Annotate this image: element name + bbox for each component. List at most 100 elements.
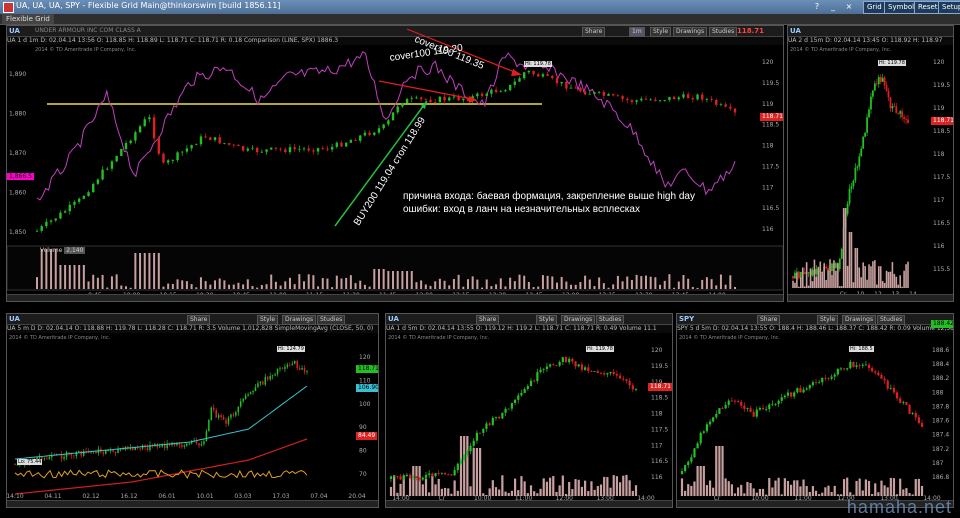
main-candle — [532, 71, 535, 75]
main-candle — [148, 117, 151, 120]
ua-1d-candle — [596, 371, 599, 373]
grid-button[interactable]: Grid — [863, 1, 886, 14]
spy-candle — [705, 424, 709, 432]
close-icon[interactable]: × — [842, 1, 856, 12]
spy-candle — [871, 368, 874, 372]
ua-5m-hi-label: Hi: 124.79 — [277, 346, 305, 352]
main-vol-bar — [598, 277, 601, 289]
ua-1d-candle — [472, 440, 475, 446]
ua-2d-vol-bar — [819, 261, 822, 288]
spy-canvas[interactable]: 188.6 188.4 188.2 188 187.8 187.6 187.4 187.2 18… — [677, 314, 953, 507]
ua-1d-vol-bar — [536, 493, 539, 496]
ua-5m-candle — [78, 450, 80, 452]
ua-2d-vol-bar — [825, 279, 827, 288]
ua-2d-vol-bar — [899, 275, 902, 288]
spy-candle — [684, 465, 687, 472]
main-vol-bar — [279, 285, 282, 289]
ua-5m-candle — [68, 452, 70, 454]
setup-button[interactable]: Setup — [938, 1, 960, 14]
ua-2d-vol-bar — [835, 270, 837, 288]
spy-vol-bar — [702, 466, 705, 496]
ua-1d-vol-bar — [542, 478, 545, 496]
help-icon[interactable]: ? — [810, 1, 824, 12]
ua-2d-candles — [792, 73, 909, 282]
ua-2d-vol-bar — [901, 286, 903, 288]
ua-2d-candle — [879, 77, 882, 82]
spy-vol-bar — [877, 492, 880, 496]
main-candle — [438, 96, 442, 103]
main-vol-bar — [616, 275, 619, 289]
ua-1d-vol-bar — [523, 481, 526, 496]
spy-candle — [867, 364, 871, 369]
ua-5m-candle — [200, 443, 203, 446]
main-vol-bar — [659, 284, 662, 289]
main-candle — [579, 87, 582, 92]
ua-5m-candle — [183, 445, 186, 447]
main-vol-bar — [148, 253, 151, 289]
main-vol-bar — [673, 287, 676, 289]
ua-1d-canvas[interactable]: 120119.5119118.5118117.5117116.5116 14:0… — [386, 314, 672, 507]
ua-2d-candle — [870, 96, 872, 110]
ua-1d-vol-bar — [434, 484, 437, 496]
main-vol-bar — [92, 274, 95, 289]
ua-5m-candle — [254, 387, 257, 392]
ua-2d-candle — [875, 83, 878, 85]
spy-candle — [830, 376, 833, 379]
tab-flexible-grid[interactable]: Flexible Grid — [2, 14, 54, 24]
ua-2d-price-tick: 119 — [933, 105, 945, 112]
ua-1d-candle — [447, 474, 450, 476]
ua-1d-candle — [421, 477, 424, 480]
main-candle — [265, 149, 268, 152]
main-vol-bar — [195, 287, 198, 289]
ua-1d-vol-bar — [583, 480, 587, 496]
spy-candle — [715, 413, 718, 418]
spy-candle — [768, 404, 771, 410]
main-vol-bar — [368, 286, 371, 289]
main-vol-bar — [181, 280, 184, 289]
main-vol-bar — [134, 253, 137, 289]
ua-1d-candle — [587, 367, 590, 372]
main-candle — [162, 153, 165, 163]
symbol-button[interactable]: Symbol — [884, 1, 919, 14]
main-vol-bar — [68, 265, 71, 289]
spy-candle — [852, 361, 855, 367]
ua-2d-vol-bar — [879, 266, 882, 288]
ua-2d-vol-bar — [887, 271, 890, 288]
spy-vol-bar — [871, 494, 874, 496]
ua-1d-candle — [396, 475, 399, 477]
ua-5m-scrollbar[interactable] — [7, 500, 378, 507]
tab-bar: Flexible Grid — [0, 14, 960, 25]
main-candle — [724, 104, 727, 107]
main-vol-bar — [654, 277, 657, 289]
ua-2d-candle — [881, 77, 884, 82]
minimize-icon[interactable]: _ — [826, 1, 840, 12]
main-candle — [106, 168, 109, 170]
spy-vol-bar — [908, 493, 911, 496]
ua-1d-vol-bar — [510, 490, 514, 496]
ua-1d-vol-bar — [498, 489, 501, 496]
spy-candle — [743, 405, 746, 409]
ua-1d-vol-bar — [548, 477, 552, 496]
ua-1d-vol-bar — [491, 480, 494, 496]
ua-1d-vol-bar — [421, 484, 424, 496]
ua-2d-candle — [848, 188, 851, 204]
spy-candle — [796, 388, 799, 393]
spy-candle — [771, 403, 774, 405]
ua-2d-candle — [866, 117, 868, 133]
main-candle — [185, 148, 189, 152]
ua-1d-candle — [523, 389, 526, 393]
main-vol-bar — [87, 281, 90, 289]
ua-1d-scrollbar[interactable] — [386, 500, 672, 507]
ua-1d-vol-bar — [561, 475, 564, 496]
spy-vol-bar — [880, 480, 883, 496]
ua-5m-candle — [257, 383, 259, 388]
main-candle — [541, 74, 545, 77]
ua-2d-scrollbar[interactable] — [788, 294, 953, 301]
ua-5m-canvas[interactable]: 120110100908070 14:10 04.11 02.12 16.12 06.0… — [7, 314, 378, 507]
ua-2d-canvas[interactable]: 120 119.5 119 118.5 118 117.5 117 116.5 116 115.5… — [788, 26, 953, 301]
spy-candle — [889, 387, 892, 389]
ua-5m-candle — [159, 446, 161, 448]
spy-candle — [855, 365, 858, 367]
ua-1d-vol-bar — [590, 481, 593, 496]
main-scrollbar[interactable] — [7, 294, 783, 301]
